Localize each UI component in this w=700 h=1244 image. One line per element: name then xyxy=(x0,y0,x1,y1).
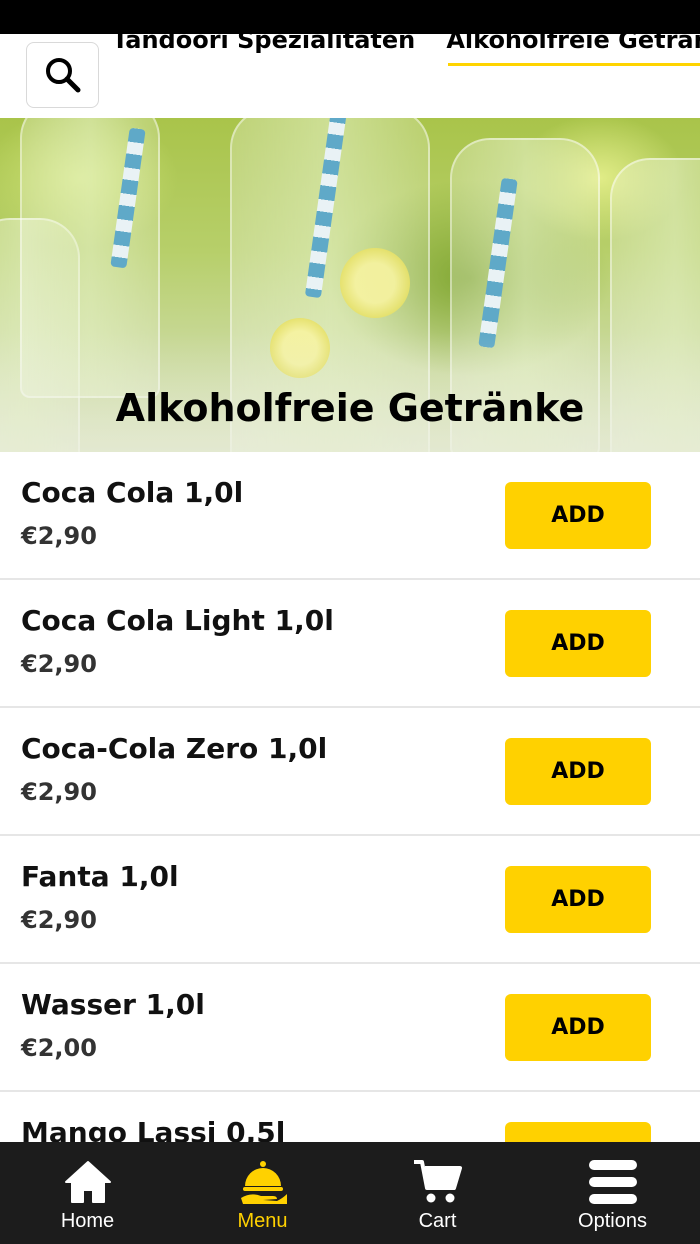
item-price: €2,90 xyxy=(21,650,97,678)
add-button[interactable]: ADD xyxy=(505,610,651,677)
nav-cart-label: Cart xyxy=(418,1210,457,1232)
add-button[interactable]: ADD xyxy=(505,482,651,549)
item-name: Fanta 1,0l xyxy=(21,860,179,893)
menu-item: Coca Cola Light 1,0l €2,90 ADD xyxy=(0,580,700,708)
cart-icon xyxy=(413,1160,462,1203)
tab-alkoholfreie-getraenke[interactable]: Alkoholfreie Getränke xyxy=(446,34,700,66)
nav-menu-label: Menu xyxy=(237,1210,288,1232)
home-icon xyxy=(64,1161,111,1203)
item-price: €2,90 xyxy=(21,906,97,934)
category-banner: Alkoholfreie Getränke xyxy=(0,118,700,452)
category-title: Alkoholfreie Getränke xyxy=(115,386,585,430)
add-button[interactable]: ADD xyxy=(505,738,651,805)
item-name: Wasser 1,0l xyxy=(21,988,205,1021)
item-name: Coca Cola 1,0l xyxy=(21,476,244,509)
nav-home[interactable]: Home xyxy=(0,1142,175,1244)
nav-options[interactable]: Options xyxy=(525,1142,700,1244)
menu-item: Coca-Cola Zero 1,0l €2,90 ADD xyxy=(0,708,700,836)
menu-item-list: Coca Cola 1,0l €2,90 ADD Coca Cola Light… xyxy=(0,452,700,1220)
search-icon xyxy=(45,58,80,93)
item-name: Coca-Cola Zero 1,0l xyxy=(21,732,328,765)
item-price: €2,00 xyxy=(21,1034,97,1062)
nav-cart[interactable]: Cart xyxy=(350,1142,525,1244)
options-icon xyxy=(588,1160,637,1204)
tab-tandoori[interactable]: Tandoori Spezialitäten xyxy=(112,34,415,60)
add-button[interactable]: ADD xyxy=(505,994,651,1061)
bottom-nav: Home Menu Cart Options xyxy=(0,1142,700,1244)
add-button[interactable]: ADD xyxy=(505,866,651,933)
item-price: €2,90 xyxy=(21,778,97,806)
nav-home-label: Home xyxy=(60,1210,115,1232)
search-button[interactable] xyxy=(26,42,99,108)
item-name: Coca Cola Light 1,0l xyxy=(21,604,334,637)
menu-item: Fanta 1,0l €2,90 ADD xyxy=(0,836,700,964)
category-tabs: Tandoori Spezialitäten Alkoholfreie Getr… xyxy=(112,34,700,66)
menu-cloche-icon xyxy=(240,1161,287,1204)
menu-item: Wasser 1,0l €2,00 ADD xyxy=(0,964,700,1092)
nav-options-label: Options xyxy=(578,1210,647,1232)
status-bar xyxy=(0,0,700,34)
menu-item: Coca Cola 1,0l €2,90 ADD xyxy=(0,452,700,580)
top-bar: Tandoori Spezialitäten Alkoholfreie Getr… xyxy=(0,34,700,118)
nav-menu[interactable]: Menu xyxy=(175,1142,350,1244)
item-price: €2,90 xyxy=(21,522,97,550)
